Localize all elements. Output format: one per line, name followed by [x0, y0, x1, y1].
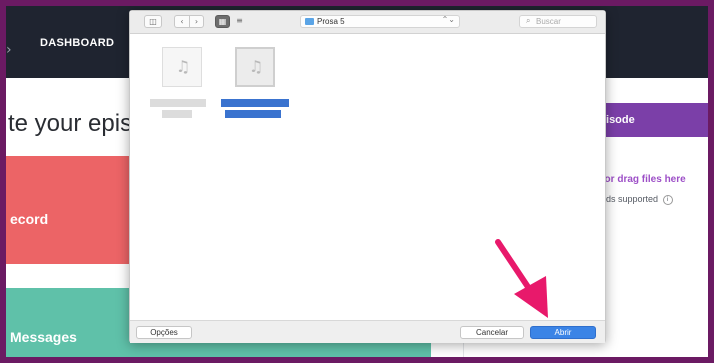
- search-placeholder: Buscar: [536, 17, 561, 26]
- popup-arrows-icon: ⌃⌄: [441, 15, 455, 24]
- file-open-dialog: ◫ ‹ › ▦ ≡ Prosa 5 ⌃⌄ ⌕ Buscar ♫ ♫ Opções…: [129, 10, 606, 343]
- nav-dashboard-link[interactable]: DASHBOARD: [40, 37, 114, 49]
- list-view-icon: ≡: [236, 16, 243, 25]
- cancel-button[interactable]: Cancelar: [460, 326, 524, 339]
- chevron-left-icon: ‹: [180, 17, 184, 26]
- forward-button[interactable]: ›: [189, 15, 204, 28]
- open-button[interactable]: Abrir: [530, 326, 596, 339]
- grid-view-icon: ▦: [218, 17, 227, 26]
- messages-card-label: Messages: [10, 329, 77, 345]
- sidebar-icon: ◫: [149, 17, 157, 26]
- search-icon: ⌕: [526, 16, 531, 25]
- music-note-icon: ♫: [248, 57, 264, 76]
- folder-icon: [305, 18, 314, 25]
- page-title: te your epis: [8, 110, 133, 137]
- chevron-right-icon: ›: [194, 17, 199, 26]
- options-button[interactable]: Opções: [136, 326, 192, 339]
- screen-frame: › DASHBOARD te your epis ecord Messages …: [6, 6, 708, 357]
- folder-location-popup[interactable]: Prosa 5 ⌃⌄: [300, 15, 460, 28]
- dialog-toolbar: ◫ ‹ › ▦ ≡ Prosa 5 ⌃⌄ ⌕ Buscar: [130, 11, 605, 34]
- file-item[interactable]: ♫: [148, 47, 218, 137]
- search-field[interactable]: ⌕ Buscar: [519, 15, 597, 28]
- list-view-button[interactable]: ≡: [232, 15, 247, 28]
- file-name-blurred: [148, 95, 216, 123]
- file-item-selected[interactable]: ♫: [221, 47, 291, 137]
- dialog-footer: Opções Cancelar Abrir: [130, 320, 605, 343]
- back-button[interactable]: ‹: [174, 15, 189, 28]
- music-note-icon: ♫: [175, 57, 191, 76]
- folder-name: Prosa 5: [317, 17, 345, 26]
- record-card-label: ecord: [10, 211, 49, 227]
- sidebar-toggle-button[interactable]: ◫: [144, 15, 162, 28]
- info-icon[interactable]: i: [662, 194, 673, 205]
- nav-chevron-icon: ›: [6, 42, 12, 58]
- file-name-blurred: [221, 95, 289, 123]
- icon-view-button[interactable]: ▦: [215, 15, 230, 28]
